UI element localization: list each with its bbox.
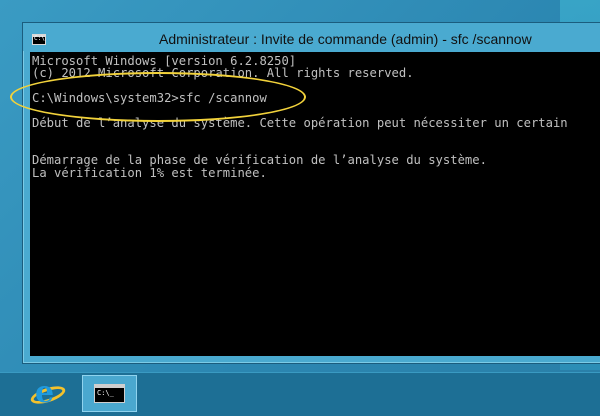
cmd-icon: C:\_ [94, 384, 125, 403]
taskbar-item-command-prompt[interactable]: C:\_ [82, 375, 137, 412]
taskbar-item-internet-explorer[interactable]: e [28, 376, 70, 412]
title-bar[interactable]: C:\ Administrateur : Invite de commande … [23, 23, 600, 51]
highlight-ellipse [10, 72, 306, 122]
cmd-icon[interactable]: C:\ [32, 34, 46, 45]
ie-icon: e [35, 375, 55, 410]
console-line: Démarrage de la phase de vérification de… [32, 153, 487, 168]
cmd-icon-glyph: C:\_ [97, 389, 114, 397]
window-title: Administrateur : Invite de commande (adm… [159, 31, 532, 47]
console-line: La vérification 1% est terminée. [32, 165, 267, 180]
cmd-icon-label: C:\ [34, 35, 45, 42]
